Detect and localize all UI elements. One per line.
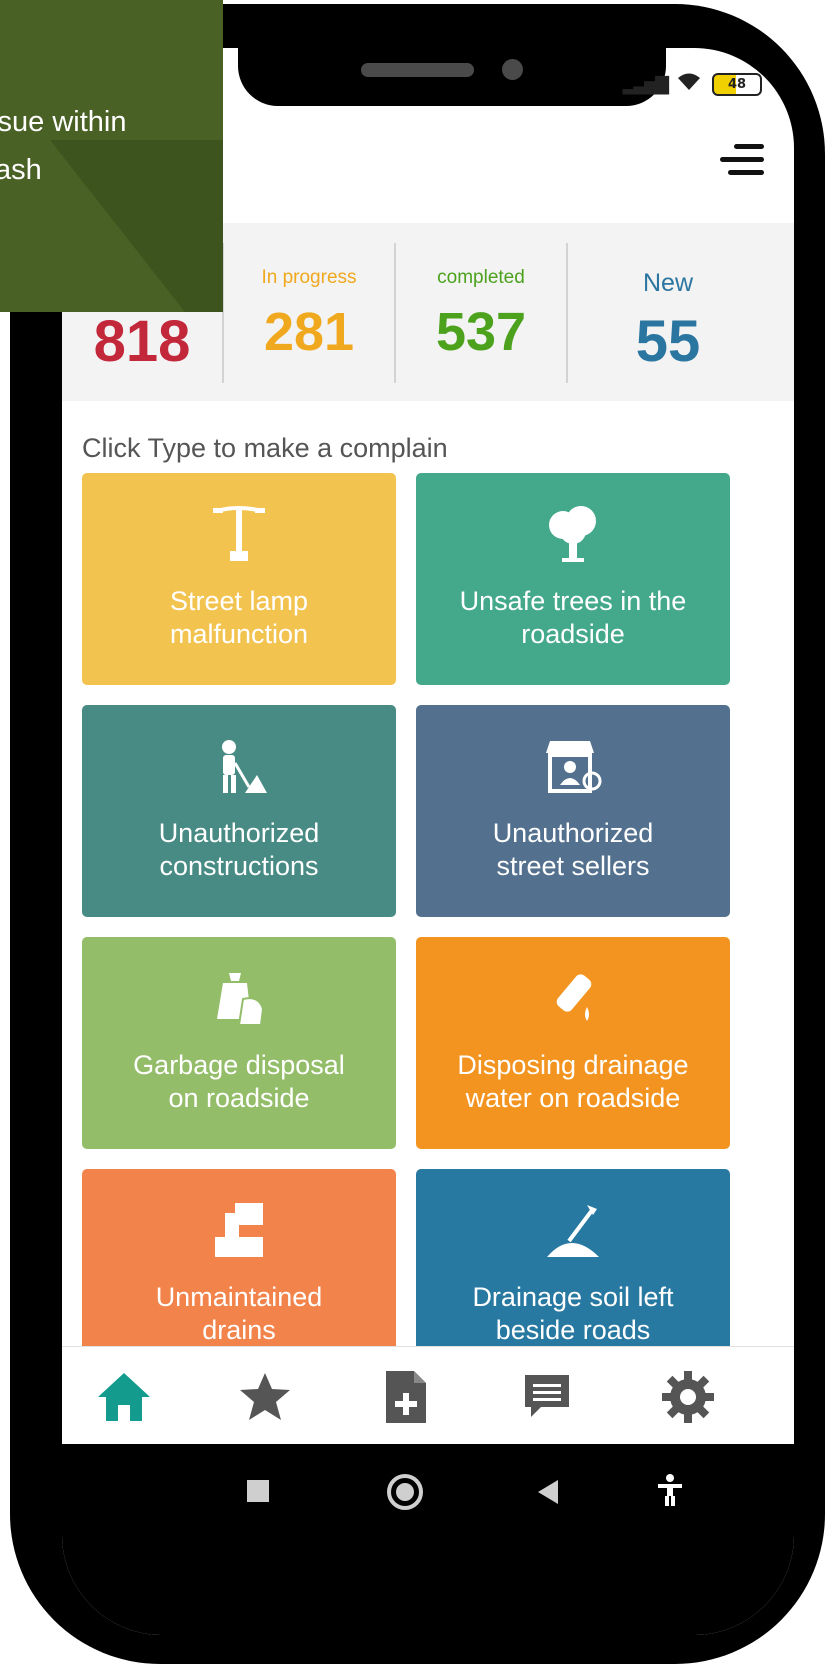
tile-label: Unsafe trees in the roadside <box>459 586 687 649</box>
tile-label: Unauthorized constructions <box>158 818 320 881</box>
front-camera <box>502 59 523 80</box>
system-navigation-bar <box>62 1444 794 1635</box>
complaint-type-grid: Street lamp malfunction Unsafe trees in t… <box>82 473 732 1346</box>
back-button[interactable] <box>536 1478 560 1510</box>
instruction-text: Click Type to make a complain <box>82 433 448 463</box>
menu-button[interactable] <box>720 144 764 180</box>
drain-pipe-icon <box>82 1201 396 1261</box>
stat-total-value: 818 <box>93 309 191 374</box>
shovel-soil-icon <box>416 1201 730 1261</box>
tile-unsafe-trees[interactable]: Unsafe trees in the roadside <box>416 473 730 685</box>
stat-in-progress-value: 281 <box>263 302 355 362</box>
promo-overlay-banner: ssue within ash <box>0 0 223 312</box>
home-system-button[interactable] <box>387 1474 423 1510</box>
chat-icon[interactable] <box>519 1369 575 1425</box>
tile-label: Drainage soil left beside roads <box>472 1282 674 1345</box>
tile-label: Unauthorized street sellers <box>492 818 654 881</box>
camera-notch <box>238 48 666 106</box>
home-system-dot <box>396 1483 414 1501</box>
accessibility-icon[interactable] <box>657 1474 683 1510</box>
garbage-bags-icon <box>82 969 396 1029</box>
stat-in-progress-label: In progress <box>261 267 357 288</box>
overlay-line: ash <box>0 154 42 186</box>
tile-label: Street lamp malfunction <box>169 586 309 649</box>
wifi-icon <box>676 72 702 97</box>
stat-completed[interactable]: completed 537 <box>396 223 566 401</box>
tile-unmaintained-drains[interactable]: Unmaintained drains <box>82 1169 396 1346</box>
stat-completed-label: completed <box>437 267 525 288</box>
bottle-drip-icon <box>416 969 730 1029</box>
menu-line <box>734 144 764 149</box>
stat-new-value: 55 <box>635 309 701 374</box>
battery-icon: 48 <box>712 73 762 96</box>
tile-garbage-disposal[interactable]: Garbage disposal on roadside <box>82 937 396 1149</box>
settings-icon[interactable] <box>660 1369 716 1425</box>
overlay-text: ssue within ash <box>0 98 126 194</box>
tile-drainage-soil[interactable]: Drainage soil left beside roads <box>416 1169 730 1346</box>
tile-street-lamp[interactable]: Street lamp malfunction <box>82 473 396 685</box>
menu-line <box>728 170 764 175</box>
home-icon[interactable] <box>96 1369 152 1425</box>
status-bar: ▂▃▅▇ 48 <box>623 72 762 97</box>
tile-label: Unmaintained drains <box>155 1282 323 1345</box>
street-vendor-icon <box>416 737 730 797</box>
recent-apps-button[interactable] <box>247 1480 269 1502</box>
stat-in-progress[interactable]: In progress 281 <box>224 223 394 401</box>
star-icon[interactable] <box>237 1369 293 1425</box>
street-lamp-icon <box>82 505 396 565</box>
tile-disposing-drainage[interactable]: Disposing drainage water on roadside <box>416 937 730 1149</box>
tree-icon <box>416 505 730 565</box>
tile-street-sellers[interactable]: Unauthorized street sellers <box>416 705 730 917</box>
signal-icon: ▂▃▅▇ <box>622 74 669 95</box>
stat-new-label: New <box>642 269 693 297</box>
tile-label: Garbage disposal on roadside <box>133 1050 345 1113</box>
construction-worker-icon <box>82 737 396 797</box>
tile-label: Disposing drainage water on roadside <box>457 1050 689 1113</box>
bottom-navigation <box>62 1346 794 1445</box>
stat-completed-value: 537 <box>435 302 527 362</box>
tile-unauthorized-constructions[interactable]: Unauthorized constructions <box>82 705 396 917</box>
overlay-line: ssue within <box>0 106 127 138</box>
speaker-grille <box>361 63 474 77</box>
stat-new[interactable]: New 55 <box>568 223 768 401</box>
add-document-icon[interactable] <box>378 1369 434 1425</box>
menu-line <box>720 157 764 162</box>
